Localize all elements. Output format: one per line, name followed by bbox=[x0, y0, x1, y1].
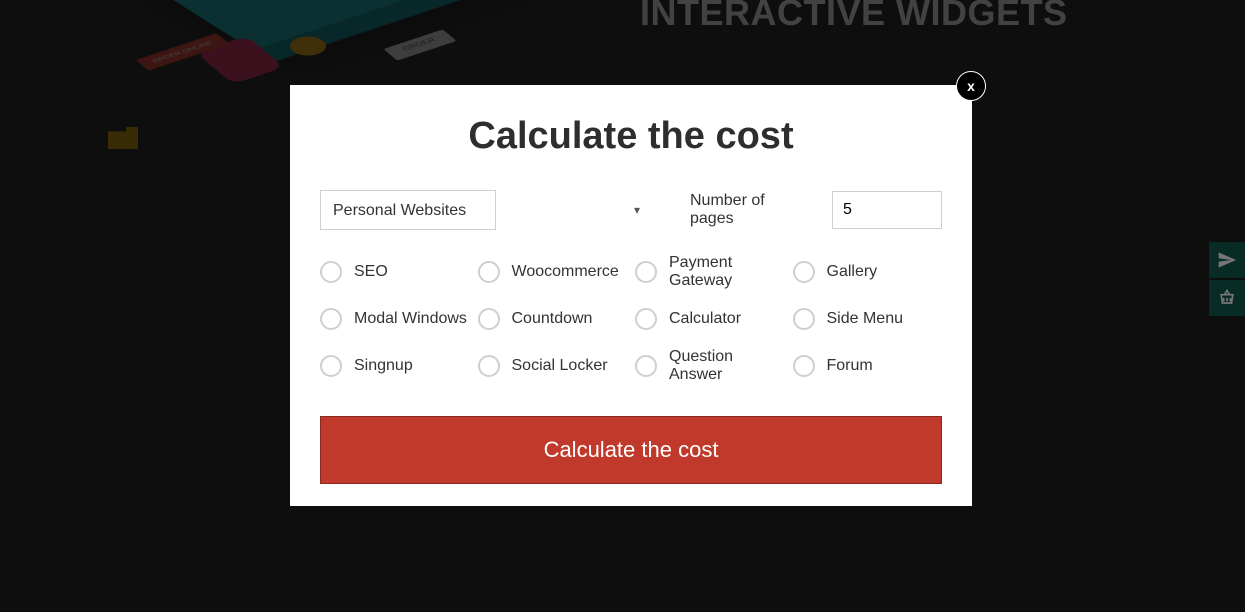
calculate-button[interactable]: Calculate the cost bbox=[320, 416, 942, 484]
option-label: Social Locker bbox=[512, 357, 608, 375]
option-label: Payment Gateway bbox=[669, 254, 785, 290]
pages-input[interactable] bbox=[832, 191, 942, 229]
radio-icon bbox=[320, 308, 342, 330]
options-grid: SEO Woocommerce Payment Gateway Gallery … bbox=[320, 254, 942, 384]
cost-modal: x Calculate the cost Personal Websites N… bbox=[290, 85, 972, 506]
radio-icon bbox=[320, 261, 342, 283]
radio-icon bbox=[635, 355, 657, 377]
option-question-answer[interactable]: Question Answer bbox=[635, 348, 785, 384]
radio-icon bbox=[635, 261, 657, 283]
option-label: Calculator bbox=[669, 310, 741, 328]
radio-icon bbox=[793, 308, 815, 330]
option-label: Countdown bbox=[512, 310, 593, 328]
option-forum[interactable]: Forum bbox=[793, 348, 943, 384]
option-calculator[interactable]: Calculator bbox=[635, 308, 785, 330]
option-label: Singnup bbox=[354, 357, 413, 375]
radio-icon bbox=[478, 261, 500, 283]
website-type-select[interactable]: Personal Websites bbox=[320, 190, 496, 230]
option-payment-gateway[interactable]: Payment Gateway bbox=[635, 254, 785, 290]
radio-icon bbox=[793, 261, 815, 283]
option-seo[interactable]: SEO bbox=[320, 254, 470, 290]
option-modal-windows[interactable]: Modal Windows bbox=[320, 308, 470, 330]
option-side-menu[interactable]: Side Menu bbox=[793, 308, 943, 330]
option-label: Question Answer bbox=[669, 348, 785, 384]
option-signup[interactable]: Singnup bbox=[320, 348, 470, 384]
radio-icon bbox=[478, 308, 500, 330]
radio-icon bbox=[793, 355, 815, 377]
radio-icon bbox=[478, 355, 500, 377]
option-label: Gallery bbox=[827, 263, 878, 281]
modal-title: Calculate the cost bbox=[320, 115, 942, 158]
option-label: Forum bbox=[827, 357, 873, 375]
radio-icon bbox=[635, 308, 657, 330]
option-label: SEO bbox=[354, 263, 388, 281]
modal-top-row: Personal Websites Number of pages bbox=[320, 190, 942, 230]
option-countdown[interactable]: Countdown bbox=[478, 308, 628, 330]
website-type-select-wrap: Personal Websites bbox=[320, 190, 650, 230]
option-label: Side Menu bbox=[827, 310, 904, 328]
option-woocommerce[interactable]: Woocommerce bbox=[478, 254, 628, 290]
option-social-locker[interactable]: Social Locker bbox=[478, 348, 628, 384]
close-icon: x bbox=[967, 78, 975, 94]
radio-icon bbox=[320, 355, 342, 377]
pages-label: Number of pages bbox=[690, 192, 792, 228]
close-button[interactable]: x bbox=[956, 71, 986, 101]
option-label: Modal Windows bbox=[354, 310, 467, 328]
option-gallery[interactable]: Gallery bbox=[793, 254, 943, 290]
option-label: Woocommerce bbox=[512, 263, 619, 281]
